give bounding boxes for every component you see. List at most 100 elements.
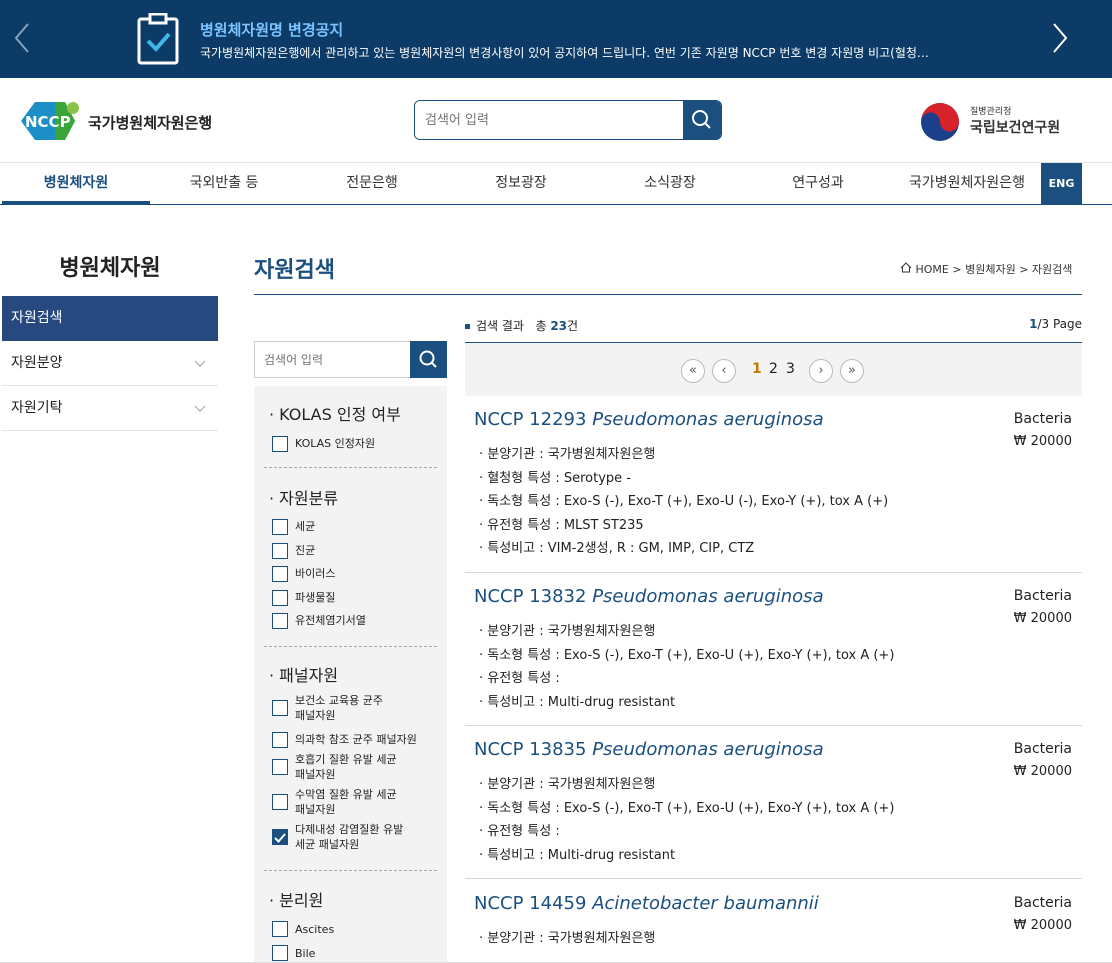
checkbox-panel-mdr[interactable] xyxy=(272,829,288,845)
result-detail: · 분양기관 : 국가병원체자원은행 xyxy=(479,931,656,946)
search-button[interactable] xyxy=(683,101,721,139)
checkbox-label: 유전체염기서열 xyxy=(295,614,366,627)
filter-panel: · KOLAS 인정 여부 KOLAS 인정자원 · 자원분류 세균 진균 바이… xyxy=(254,386,447,963)
global-search-input[interactable] xyxy=(415,101,683,139)
result-title[interactable]: NCCP 13832 Pseudomonas aeruginosa xyxy=(474,586,824,607)
checkbox-label: 호흡기 질환 유발 세균 패널자원 xyxy=(295,753,397,781)
sidebar-item-search[interactable]: 자원검색 xyxy=(2,296,218,341)
checkbox-bacteria[interactable] xyxy=(272,519,288,535)
nccp-logo[interactable]: NCCP xyxy=(15,98,81,144)
checkbox-label: Ascites xyxy=(295,923,335,936)
notice-title[interactable]: 병원체자원명 변경공지 xyxy=(200,19,343,40)
checkbox-panel-meningitis[interactable] xyxy=(272,794,288,810)
chevron-right-icon[interactable] xyxy=(1050,20,1070,63)
checkbox-panel-reference[interactable] xyxy=(272,732,288,748)
checkbox-virus[interactable] xyxy=(272,566,288,582)
result-price: ₩ 20000 xyxy=(1013,611,1072,626)
checkbox-ascites[interactable] xyxy=(272,921,288,937)
result-detail: · 유전형 특성 : xyxy=(479,671,560,686)
logo-text[interactable]: 국가병원체자원은행 xyxy=(88,112,212,133)
checkbox-kolas[interactable] xyxy=(272,436,288,452)
filter-search-button[interactable] xyxy=(410,341,447,378)
result-category: Bacteria xyxy=(1013,588,1072,604)
nav-bank[interactable]: 국가병원체자원은행 xyxy=(892,163,1042,203)
checkbox-bile[interactable] xyxy=(272,945,288,961)
result-item: NCCP 13832 Pseudomonas aeruginosa Bacter… xyxy=(465,586,1082,726)
svg-text:NCCP: NCCP xyxy=(25,113,71,131)
page-indicator: 1/3 Page xyxy=(1029,317,1082,331)
checkbox-label: KOLAS 인정자원 xyxy=(295,437,376,450)
nav-export[interactable]: 국외반출 등 xyxy=(150,163,298,203)
sidebar-title: 병원체자원 xyxy=(59,256,161,281)
nav-pathogen-resource[interactable]: 병원체자원 xyxy=(2,163,150,204)
checkbox-panel-respiratory[interactable] xyxy=(272,759,288,775)
sidebar-item-label: 자원분양 xyxy=(11,355,63,371)
breadcrumb: HOME > 병원체자원 > 자원검색 xyxy=(900,261,1072,277)
nav-info-square[interactable]: 정보광장 xyxy=(446,163,596,203)
pagination: « ‹ 1 2 3 › » xyxy=(465,342,1082,396)
kdca-logo[interactable]: 질병관리청 국립보건연구원 xyxy=(920,100,1080,144)
result-item: NCCP 14459 Acinetobacter baumannii Bacte… xyxy=(465,893,1082,953)
nav-research[interactable]: 연구성과 xyxy=(744,163,892,203)
search-icon xyxy=(692,110,711,129)
result-title[interactable]: NCCP 13835 Pseudomonas aeruginosa xyxy=(474,739,824,760)
chevron-left-icon[interactable] xyxy=(12,20,32,63)
result-category: Bacteria xyxy=(1013,741,1072,757)
page-number[interactable]: 3 xyxy=(786,361,795,377)
first-page-icon[interactable]: « xyxy=(681,359,705,383)
page-number[interactable]: 2 xyxy=(769,361,778,377)
checkbox-label: 다제내성 감염질환 유발 세균 패널자원 xyxy=(295,823,404,851)
checkbox-genome[interactable] xyxy=(272,613,288,629)
checkbox-derivative[interactable] xyxy=(272,590,288,606)
result-detail: · 유전형 특성 : MLST ST235 xyxy=(479,518,644,533)
kdca-name: 국립보건연구원 xyxy=(970,120,1061,136)
checkbox-fungi[interactable] xyxy=(272,543,288,559)
result-detail: · 분양기관 : 국가병원체자원은행 xyxy=(479,447,656,462)
breadcrumb-home[interactable]: HOME xyxy=(916,263,949,276)
result-price: ₩ 20000 xyxy=(1013,918,1072,933)
result-detail: · 특성비고 : Multi-drug resistant xyxy=(479,695,676,710)
result-title[interactable]: NCCP 12293 Pseudomonas aeruginosa xyxy=(474,409,824,430)
page-title: 자원검색 xyxy=(254,258,335,283)
nav-special-bank[interactable]: 전문은행 xyxy=(298,163,446,203)
notice-text[interactable]: 국가병원체자원은행에서 관리하고 있는 병원체자원의 변경사항이 있어 공지하여… xyxy=(200,44,960,61)
divider xyxy=(264,870,437,871)
result-detail: · 유전형 특성 : xyxy=(479,824,560,839)
result-detail: · 분양기관 : 국가병원체자원은행 xyxy=(479,777,656,792)
result-price: ₩ 20000 xyxy=(1013,764,1072,779)
divider xyxy=(465,572,1082,573)
filter-group-title: · 패널자원 xyxy=(269,666,339,685)
breadcrumb-level2[interactable]: 자원검색 xyxy=(1032,263,1072,276)
last-page-icon[interactable]: » xyxy=(840,359,864,383)
checkbox-panel-education[interactable] xyxy=(272,700,288,716)
nav-news[interactable]: 소식광장 xyxy=(596,163,744,203)
clipboard-check-icon xyxy=(136,12,180,65)
filter-search xyxy=(254,341,447,378)
page-number[interactable]: 1 xyxy=(752,361,762,377)
filter-group-title: · 분리원 xyxy=(269,891,324,910)
result-detail: · 분양기관 : 국가병원체자원은행 xyxy=(479,624,656,639)
result-price: ₩ 20000 xyxy=(1013,434,1072,449)
result-category: Bacteria xyxy=(1013,411,1072,427)
prev-page-icon[interactable]: ‹ xyxy=(712,359,736,383)
bullet-square xyxy=(465,324,470,329)
breadcrumb-separator: > xyxy=(1015,263,1032,276)
result-count: 검색 결과 총 23건 xyxy=(465,317,578,334)
checkbox-label: 보건소 교육용 균주 패널자원 xyxy=(295,694,383,722)
breadcrumb-level1[interactable]: 병원체자원 xyxy=(965,263,1016,276)
kdca-org: 질병관리청 xyxy=(970,107,1012,117)
home-icon[interactable] xyxy=(900,262,912,276)
result-title[interactable]: NCCP 14459 Acinetobacter baumannii xyxy=(474,893,819,914)
result-detail: · 특성비고 : Multi-drug resistant xyxy=(479,848,676,863)
sidebar-item-distribution[interactable]: 자원분양 xyxy=(2,341,218,386)
taegeuk-icon xyxy=(921,103,959,141)
filter-search-input[interactable] xyxy=(255,342,411,377)
eng-button[interactable]: ENG xyxy=(1041,163,1082,204)
check-icon xyxy=(274,833,286,843)
divider xyxy=(264,646,437,647)
checkbox-label: 파생물질 xyxy=(295,591,336,604)
divider xyxy=(465,878,1082,879)
sidebar-item-deposit[interactable]: 자원기탁 xyxy=(2,386,218,431)
next-page-icon[interactable]: › xyxy=(809,359,833,383)
filter-group-title: · 자원분류 xyxy=(269,489,339,508)
